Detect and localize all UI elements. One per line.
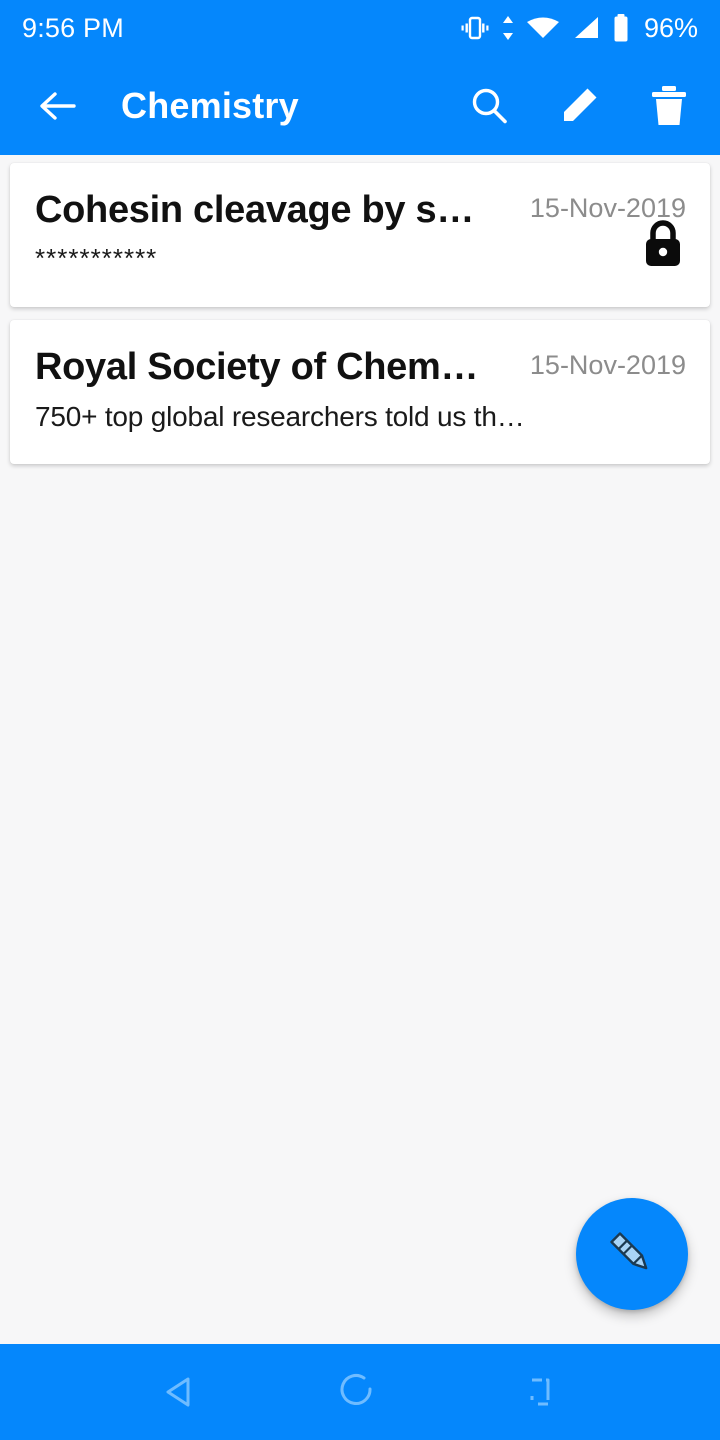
note-snippet: *********** (35, 242, 158, 273)
data-transfer-icon (502, 16, 513, 40)
back-triangle-icon (166, 1377, 190, 1407)
page-title: Chemistry (121, 84, 299, 126)
app-bar-actions (464, 81, 694, 131)
note-date: 15-Nov-2019 (529, 350, 686, 380)
wifi-icon (526, 17, 559, 38)
app-bar: Chemistry (0, 56, 720, 155)
app-screen: 9:56 PM 96% Chemistry Cohesin cleavage b… (0, 0, 720, 1440)
search-icon (472, 88, 507, 123)
battery-percent: 96% (643, 12, 698, 43)
new-note-fab[interactable] (576, 1198, 688, 1310)
note-card-locked[interactable]: Cohesin cleavage by s… 15-Nov-2019 *****… (10, 163, 710, 307)
edit-button[interactable] (554, 81, 604, 131)
trash-icon (652, 85, 686, 125)
nav-back-button[interactable] (140, 1352, 220, 1432)
note-title: Cohesin cleavage by s… (35, 189, 475, 231)
note-header-row: Royal Society of Chem… 15-Nov-2019 (35, 346, 686, 389)
status-time: 9:56 PM (22, 12, 124, 43)
search-button[interactable] (464, 81, 514, 131)
edit-pencil-icon (564, 88, 597, 121)
vibrate-icon (461, 16, 489, 40)
status-icon-group: 96% (460, 13, 698, 43)
note-title: Royal Society of Chem… (35, 346, 479, 388)
nav-recents-button[interactable] (500, 1352, 580, 1432)
back-button[interactable] (30, 79, 84, 133)
note-header-row: Cohesin cleavage by s… 15-Nov-2019 (35, 189, 686, 232)
note-card[interactable]: Royal Society of Chem… 15-Nov-2019 750+ … (10, 320, 710, 464)
pencil-icon (610, 1232, 648, 1270)
signal-icon (574, 17, 598, 38)
system-nav-bar (0, 1344, 720, 1440)
battery-icon (614, 14, 628, 42)
arrow-back-icon (40, 91, 76, 120)
home-circle-icon (340, 1374, 372, 1405)
delete-button[interactable] (644, 81, 694, 131)
recents-square-icon (530, 1378, 550, 1406)
nav-home-button[interactable] (320, 1352, 400, 1432)
note-snippet: 750+ top global researchers told us th… (35, 400, 525, 432)
note-list: Cohesin cleavage by s… 15-Nov-2019 *****… (0, 163, 720, 477)
lock-icon (640, 218, 686, 275)
status-bar: 9:56 PM 96% (0, 0, 720, 56)
